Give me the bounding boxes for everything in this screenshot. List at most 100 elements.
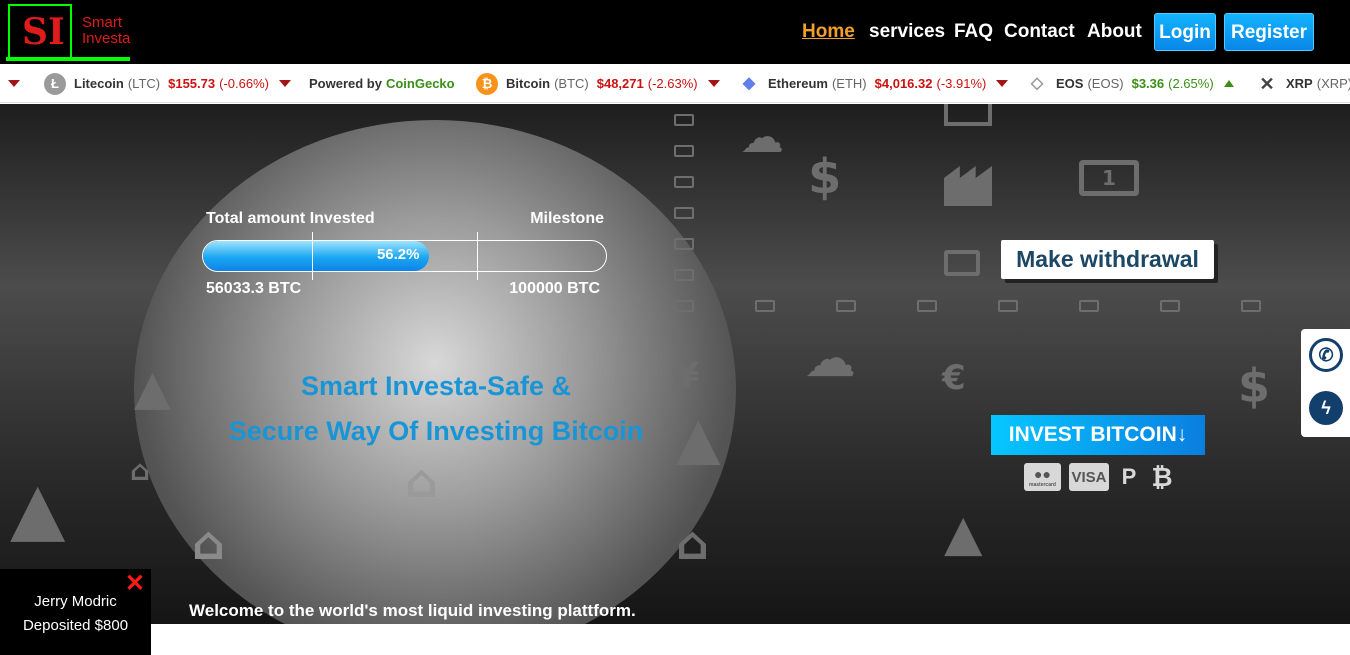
coin-price: $3.36: [1131, 76, 1165, 91]
banknote-icon: [674, 114, 694, 126]
logo-mark: SI: [8, 4, 72, 59]
progress-bar: 56.2%: [202, 240, 607, 272]
banknote-icon: [674, 269, 694, 281]
coingecko-link[interactable]: CoinGecko: [386, 64, 455, 102]
logo-text-line1: Smart: [82, 14, 123, 31]
ethereum-icon: ◆: [742, 74, 756, 92]
ticker-item-xrp[interactable]: ✕ XRP (XRP): [1256, 64, 1350, 102]
ticker-leading-arrow: [8, 64, 20, 102]
toast-message: Deposited $800: [22, 617, 129, 634]
paypal-icon: P: [1121, 464, 1137, 489]
coin-change: (-3.91%): [936, 76, 987, 91]
nav-services[interactable]: services: [869, 21, 945, 43]
coin-price: $155.73: [168, 76, 216, 91]
tree-icon: ▲: [10, 466, 66, 550]
coin-name: XRP: [1286, 76, 1313, 91]
nav-home[interactable]: Home: [802, 21, 855, 43]
coin-name: Litecoin: [74, 76, 124, 91]
logo-text: Smart Investa: [82, 15, 130, 47]
yen-icon: ¥: [674, 356, 700, 397]
ticker-item-litecoin[interactable]: Ł Litecoin (LTC) $155.73 (-0.66%): [44, 64, 291, 102]
total-invested-label: Total amount Invested: [206, 210, 375, 227]
house-icon: ⌂: [192, 516, 225, 570]
make-withdrawal-button[interactable]: Make withdrawal: [1001, 240, 1214, 279]
banknote-icon: [674, 300, 694, 312]
top-navbar: SI Smart Investa Home services FAQ Conta…: [0, 0, 1350, 64]
visa-icon: VISA: [1069, 463, 1109, 491]
progress-marker: [312, 232, 313, 280]
welcome-text: Welcome to the world's most liquid inves…: [189, 601, 636, 620]
tree-icon: ▲: [944, 504, 983, 562]
milestone-value: 100000 BTC: [509, 280, 600, 297]
coin-change: (-0.66%): [219, 76, 269, 91]
coin-symbol: (XRP): [1316, 76, 1350, 91]
banknote-icon: [998, 300, 1018, 312]
progress-bar-fill: 56.2%: [203, 241, 430, 271]
ticker-item-bitcoin[interactable]: ₿ Bitcoin (BTC) $48,271 (-2.63%): [476, 64, 720, 102]
bitcoin-icon: ₿: [1151, 461, 1173, 492]
coin-price: $4,016.32: [874, 76, 933, 91]
register-button[interactable]: Register: [1224, 13, 1314, 51]
coin-price: $48,271: [596, 76, 644, 91]
xrp-icon: ✕: [1259, 73, 1275, 94]
invest-bitcoin-button[interactable]: INVEST BITCOIN↓: [991, 415, 1205, 455]
coin-name: EOS: [1056, 76, 1084, 91]
house-icon: ⌂: [676, 516, 709, 570]
bitcoin-icon: ₿: [476, 72, 498, 95]
coin-symbol: (LTC): [127, 76, 161, 91]
coin-change: (-2.63%): [647, 76, 698, 91]
cloud-icon: ☁: [740, 112, 784, 163]
ticker-item-ethereum[interactable]: ◆ Ethereum (ETH) $4,016.32 (-3.91%): [738, 64, 1009, 102]
banknote-icon: [1241, 300, 1261, 312]
chart-icon: [944, 104, 992, 126]
banknote-icon: [674, 145, 694, 157]
tree-icon: ▲: [134, 360, 171, 416]
banknote-icon: [1160, 300, 1180, 312]
whatsapp-icon[interactable]: ✆: [1309, 338, 1343, 372]
mastercard-icon: ●● mastercard: [1024, 463, 1061, 491]
nav-contact[interactable]: Contact: [1004, 21, 1075, 43]
coin-name: Ethereum: [768, 76, 828, 91]
hero-headline: Smart Investa-Safe & Secure Way Of Inves…: [196, 364, 676, 454]
milestone-marker: [477, 232, 478, 280]
down-arrow-icon: [707, 80, 720, 87]
headline-line2: Secure Way Of Investing Bitcoin: [228, 416, 644, 446]
headline-line1: Smart Investa-Safe &: [300, 371, 572, 401]
milestone-label: Milestone: [530, 210, 604, 227]
dollar-icon: $: [1238, 359, 1271, 413]
house-icon: ⌂: [130, 454, 151, 487]
invested-value: 56033.3 BTC: [206, 280, 302, 297]
logo-text-line2: Investa: [82, 30, 131, 47]
coin-symbol: (ETH): [831, 76, 867, 91]
nav-faq[interactable]: FAQ: [954, 21, 993, 43]
down-arrow-icon: [278, 80, 291, 87]
brand-logo[interactable]: SI Smart Investa: [6, 3, 156, 61]
ticker-powered-by[interactable]: Powered by CoinGecko: [309, 64, 455, 102]
litecoin-icon: Ł: [44, 72, 66, 95]
ticker-item-eos[interactable]: ◇ EOS (EOS) $3.36 (2.65%): [1026, 64, 1234, 102]
banknote-icon: [755, 300, 775, 312]
cloud-icon: ☁: [804, 329, 856, 389]
social-sidebar: ✆ ϟ: [1301, 329, 1350, 437]
messenger-icon[interactable]: ϟ: [1309, 391, 1343, 425]
coin-symbol: (EOS): [1087, 76, 1124, 91]
nav-about[interactable]: About: [1087, 21, 1142, 43]
dollar-icon: $: [808, 149, 842, 205]
coin-change: (2.65%): [1168, 76, 1214, 91]
banknote-icon: [1079, 300, 1099, 312]
deposit-notification: ✕ Jerry Modric Deposited $800: [0, 569, 151, 655]
crypto-ticker[interactable]: Ł Litecoin (LTC) $155.73 (-0.66%) Powere…: [0, 64, 1350, 103]
banknote-icon: [836, 300, 856, 312]
toast-name: Jerry Modric: [34, 593, 117, 610]
house-icon: ⌂: [405, 454, 438, 508]
logo-underline: [6, 57, 130, 61]
login-button[interactable]: Login: [1154, 13, 1216, 51]
hero-section: ☁ $ 1 ☁ ¥ € $ ▲ ▲ ▲ ▲ ⌂ ⌂ ⌂ ⌂ Total amou…: [0, 104, 1350, 624]
euro-icon: €: [942, 358, 966, 398]
up-arrow-icon: [1223, 80, 1234, 87]
banknote-icon: [917, 300, 937, 312]
credit-card-icon: [944, 250, 980, 276]
factory-icon: [944, 166, 992, 206]
banknote-icon: 1: [1079, 160, 1139, 196]
coin-symbol: (BTC): [554, 76, 589, 91]
